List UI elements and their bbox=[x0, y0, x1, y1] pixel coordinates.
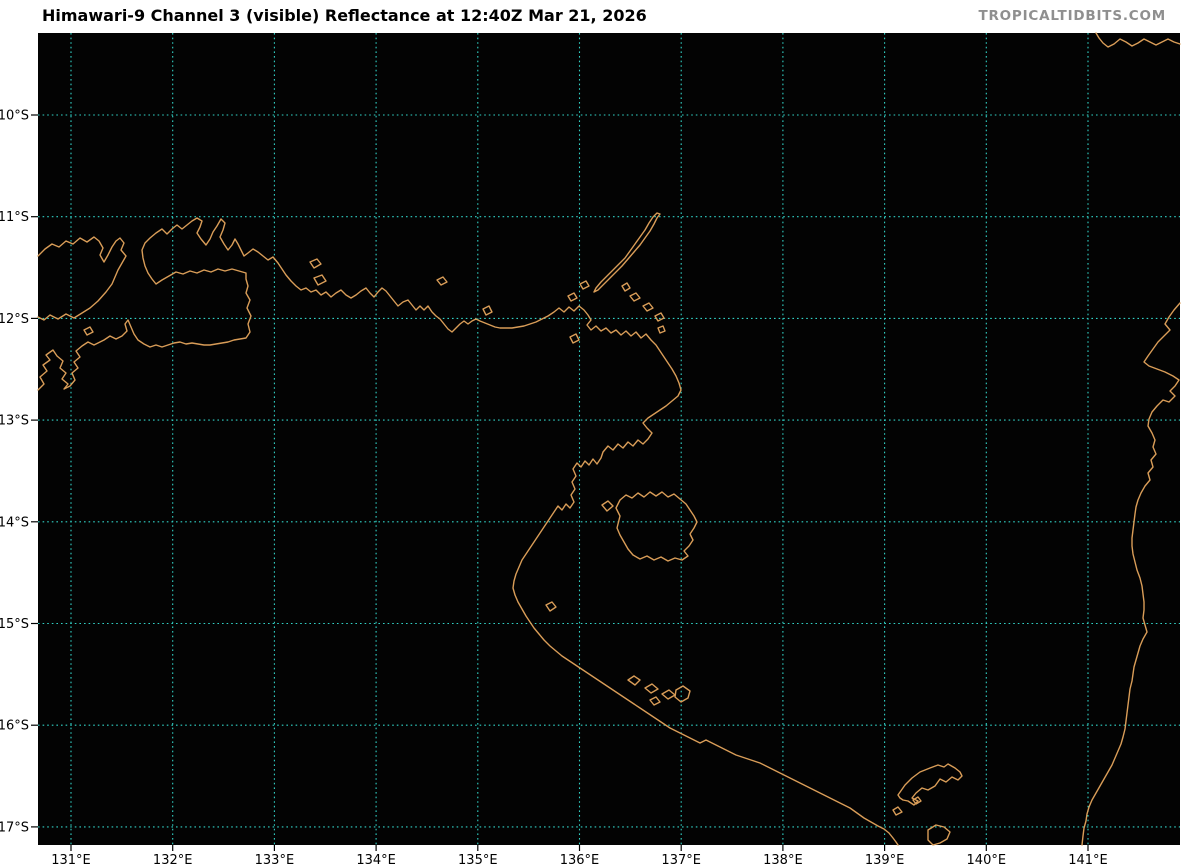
satellite-image-panel bbox=[38, 33, 1180, 845]
map-background-layer bbox=[38, 33, 1180, 845]
lon-tick-label: 135°E bbox=[458, 853, 498, 867]
lon-tick-label: 131°E bbox=[51, 853, 91, 867]
lat-tick-label: 10°S bbox=[0, 109, 29, 124]
lat-tick-label: 14°S bbox=[0, 515, 29, 530]
satellite-map-canvas: 10°S 11°S 12°S 13°S 14°S 15°S 16°S 17°S 131°E 132… bbox=[0, 0, 1200, 867]
lat-tick-label: 15°S bbox=[0, 617, 29, 632]
lon-tick-label: 137°E bbox=[661, 853, 701, 867]
lon-tick-label: 141°E bbox=[1068, 853, 1108, 867]
lon-tick-label: 139°E bbox=[865, 853, 905, 867]
lat-tick-label: 17°S bbox=[0, 820, 29, 835]
lon-tick-label: 133°E bbox=[255, 853, 295, 867]
lon-tick-label: 134°E bbox=[356, 853, 396, 867]
lon-tick-label: 140°E bbox=[967, 853, 1007, 867]
lat-tick-label: 13°S bbox=[0, 414, 29, 429]
lon-tick-label: 138°E bbox=[763, 853, 803, 867]
lat-tick-label: 16°S bbox=[0, 719, 29, 734]
lat-tick-label: 11°S bbox=[0, 210, 29, 225]
lon-tick-label: 132°E bbox=[153, 853, 193, 867]
lon-tick-label: 136°E bbox=[560, 853, 600, 867]
lat-tick-label: 12°S bbox=[0, 312, 29, 327]
